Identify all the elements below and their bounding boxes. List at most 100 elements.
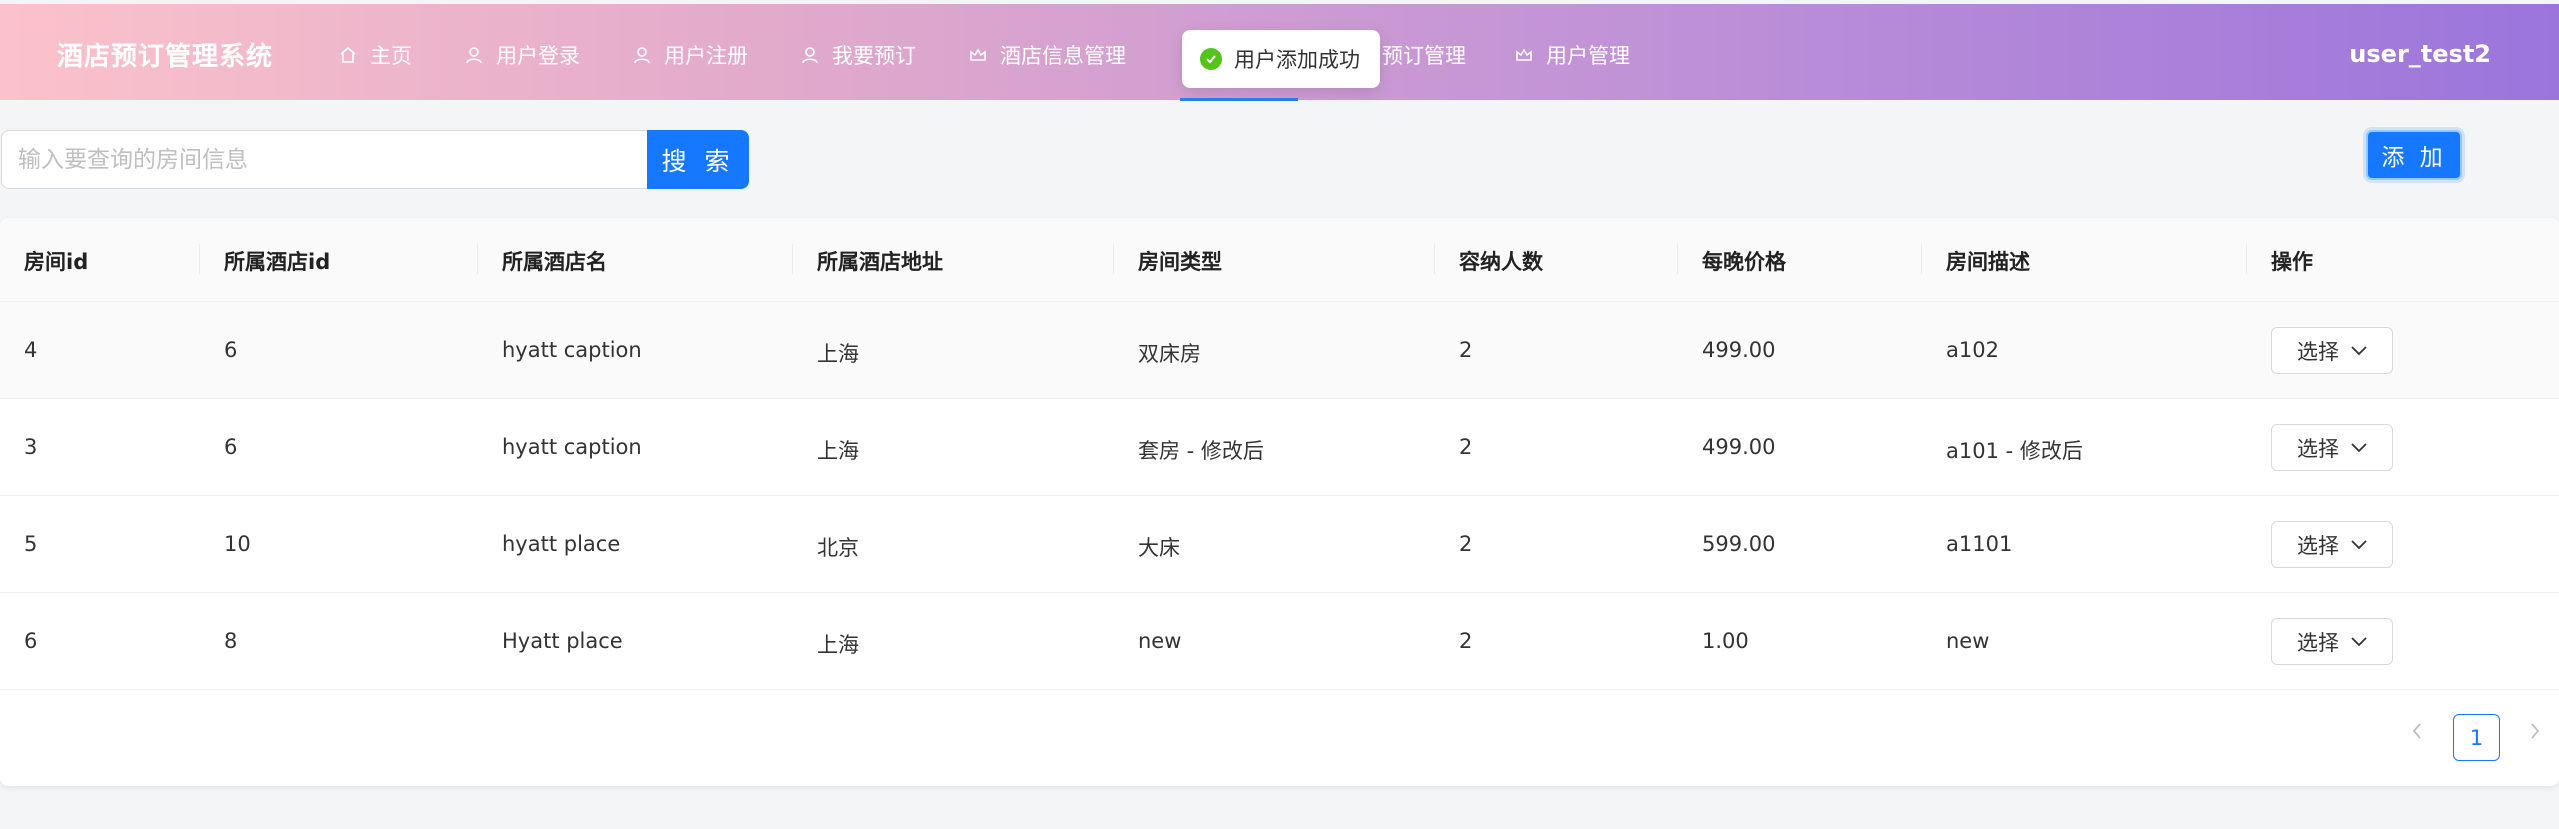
cell-hotel-id: 8 [224, 629, 238, 653]
chevron-left-icon [2412, 723, 2421, 739]
cell-capacity: 2 [1459, 338, 1473, 362]
cell-room-type: 套房 - 修改后 [1138, 439, 1264, 463]
cell-price: 599.00 [1702, 532, 1776, 556]
table-row: 4 6 hyatt caption 上海 双床房 2 499.00 a102 选… [0, 302, 2559, 399]
column-header: 所属酒店名 [502, 250, 607, 274]
room-table: 房间id 所属酒店id 所属酒店名 所属酒店地址 房间类型 容纳人数 每晚价格 … [0, 218, 2559, 786]
chevron-down-icon [2351, 345, 2367, 355]
column-divider [477, 244, 478, 274]
nav-label: 我要预订 [832, 44, 916, 68]
check-circle-icon [1200, 48, 1222, 70]
column-header: 操作 [2271, 250, 2313, 274]
cell-hotel-name: Hyatt place [502, 629, 623, 653]
column-divider [792, 244, 793, 274]
column-divider [2246, 244, 2247, 274]
cell-price: 499.00 [1702, 338, 1776, 362]
chevron-right-icon [2531, 723, 2540, 739]
cell-hotel-address: 北京 [817, 536, 859, 560]
select-label: 选择 [2297, 436, 2339, 461]
cell-room-id: 4 [24, 338, 38, 362]
current-user-name[interactable]: user_test2 [2349, 40, 2491, 68]
brand-title: 酒店预订管理系统 [57, 42, 274, 72]
cell-room-type: new [1138, 629, 1182, 653]
user-icon [466, 47, 482, 64]
cell-hotel-id: 6 [224, 338, 238, 362]
nav-item-booking-management[interactable]: 预订管理 [1382, 40, 1466, 70]
table-header: 房间id 所属酒店id 所属酒店名 所属酒店地址 房间类型 容纳人数 每晚价格 … [0, 218, 2559, 302]
chevron-down-icon [2351, 442, 2367, 452]
table-row: 3 6 hyatt caption 上海 套房 - 修改后 2 499.00 a… [0, 399, 2559, 496]
column-header: 每晚价格 [1702, 250, 1786, 274]
nav-item-login[interactable]: 用户登录 [464, 40, 580, 70]
crown-icon [1516, 48, 1532, 61]
cell-description: a1101 [1946, 532, 2013, 556]
select-dropdown-button[interactable]: 选择 [2271, 618, 2393, 665]
pagination-prev-button[interactable] [2402, 716, 2432, 746]
cell-hotel-id: 6 [224, 435, 238, 459]
pagination-page-button[interactable]: 1 [2453, 714, 2500, 761]
column-divider [1434, 244, 1435, 274]
column-header: 房间描述 [1946, 250, 2030, 274]
select-label: 选择 [2297, 533, 2339, 558]
nav-item-user-management[interactable]: 用户管理 [1514, 40, 1630, 70]
table-row: 5 10 hyatt place 北京 大床 2 599.00 a1101 选择 [0, 496, 2559, 593]
pagination-next-button[interactable] [2520, 716, 2550, 746]
home-icon [340, 46, 356, 63]
select-label: 选择 [2297, 630, 2339, 655]
column-header: 房间类型 [1138, 250, 1222, 274]
success-toast: 用户添加成功 [1182, 30, 1380, 88]
column-header: 容纳人数 [1459, 250, 1543, 274]
cell-room-id: 5 [24, 532, 38, 556]
cell-capacity: 2 [1459, 629, 1473, 653]
toast-message: 用户添加成功 [1234, 48, 1360, 72]
cell-description: a102 [1946, 338, 1999, 362]
column-header: 所属酒店id [224, 250, 331, 274]
cell-description: new [1946, 629, 1990, 653]
column-divider [1677, 244, 1678, 274]
cell-hotel-name: hyatt caption [502, 435, 642, 459]
nav-label: 用户管理 [1546, 44, 1630, 68]
cell-hotel-address: 上海 [817, 342, 859, 366]
cell-capacity: 2 [1459, 435, 1473, 459]
chevron-down-icon [2351, 539, 2367, 549]
nav-label: 酒店信息管理 [1000, 44, 1126, 68]
nav-item-hotel-info[interactable]: 酒店信息管理 [968, 40, 1126, 70]
nav-label: 用户登录 [496, 44, 580, 68]
nav-label: 主页 [370, 44, 412, 68]
nav-item-register[interactable]: 用户注册 [632, 40, 748, 70]
column-divider [1113, 244, 1114, 274]
active-tab-indicator [1180, 98, 1298, 101]
cell-description: a101 - 修改后 [1946, 439, 2083, 463]
cell-room-id: 6 [24, 629, 38, 653]
select-label: 选择 [2297, 339, 2339, 364]
cell-price: 1.00 [1702, 629, 1749, 653]
cell-hotel-name: hyatt caption [502, 338, 642, 362]
add-button[interactable]: 添 加 [2366, 130, 2462, 180]
cell-hotel-address: 上海 [817, 633, 859, 657]
cell-capacity: 2 [1459, 532, 1473, 556]
search-button[interactable]: 搜 索 [647, 130, 749, 189]
user-icon [802, 47, 818, 64]
column-header: 所属酒店地址 [817, 250, 943, 274]
nav-item-booking[interactable]: 我要预订 [800, 40, 916, 70]
crown-icon [970, 48, 986, 61]
cell-room-type: 大床 [1138, 536, 1180, 560]
select-dropdown-button[interactable]: 选择 [2271, 327, 2393, 374]
user-icon [634, 47, 650, 64]
cell-hotel-name: hyatt place [502, 532, 621, 556]
column-divider [199, 244, 200, 274]
nav-label: 用户注册 [664, 44, 748, 68]
select-dropdown-button[interactable]: 选择 [2271, 424, 2393, 471]
cell-room-id: 3 [24, 435, 38, 459]
nav-label: 预订管理 [1382, 44, 1466, 68]
cell-room-type: 双床房 [1138, 342, 1201, 366]
cell-price: 499.00 [1702, 435, 1776, 459]
column-header: 房间id [24, 250, 89, 274]
nav-item-home[interactable]: 主页 [338, 40, 412, 70]
select-dropdown-button[interactable]: 选择 [2271, 521, 2393, 568]
cell-hotel-id: 10 [224, 532, 251, 556]
cell-hotel-address: 上海 [817, 439, 859, 463]
column-divider [1921, 244, 1922, 274]
chevron-down-icon [2351, 636, 2367, 646]
search-input[interactable] [1, 130, 648, 189]
